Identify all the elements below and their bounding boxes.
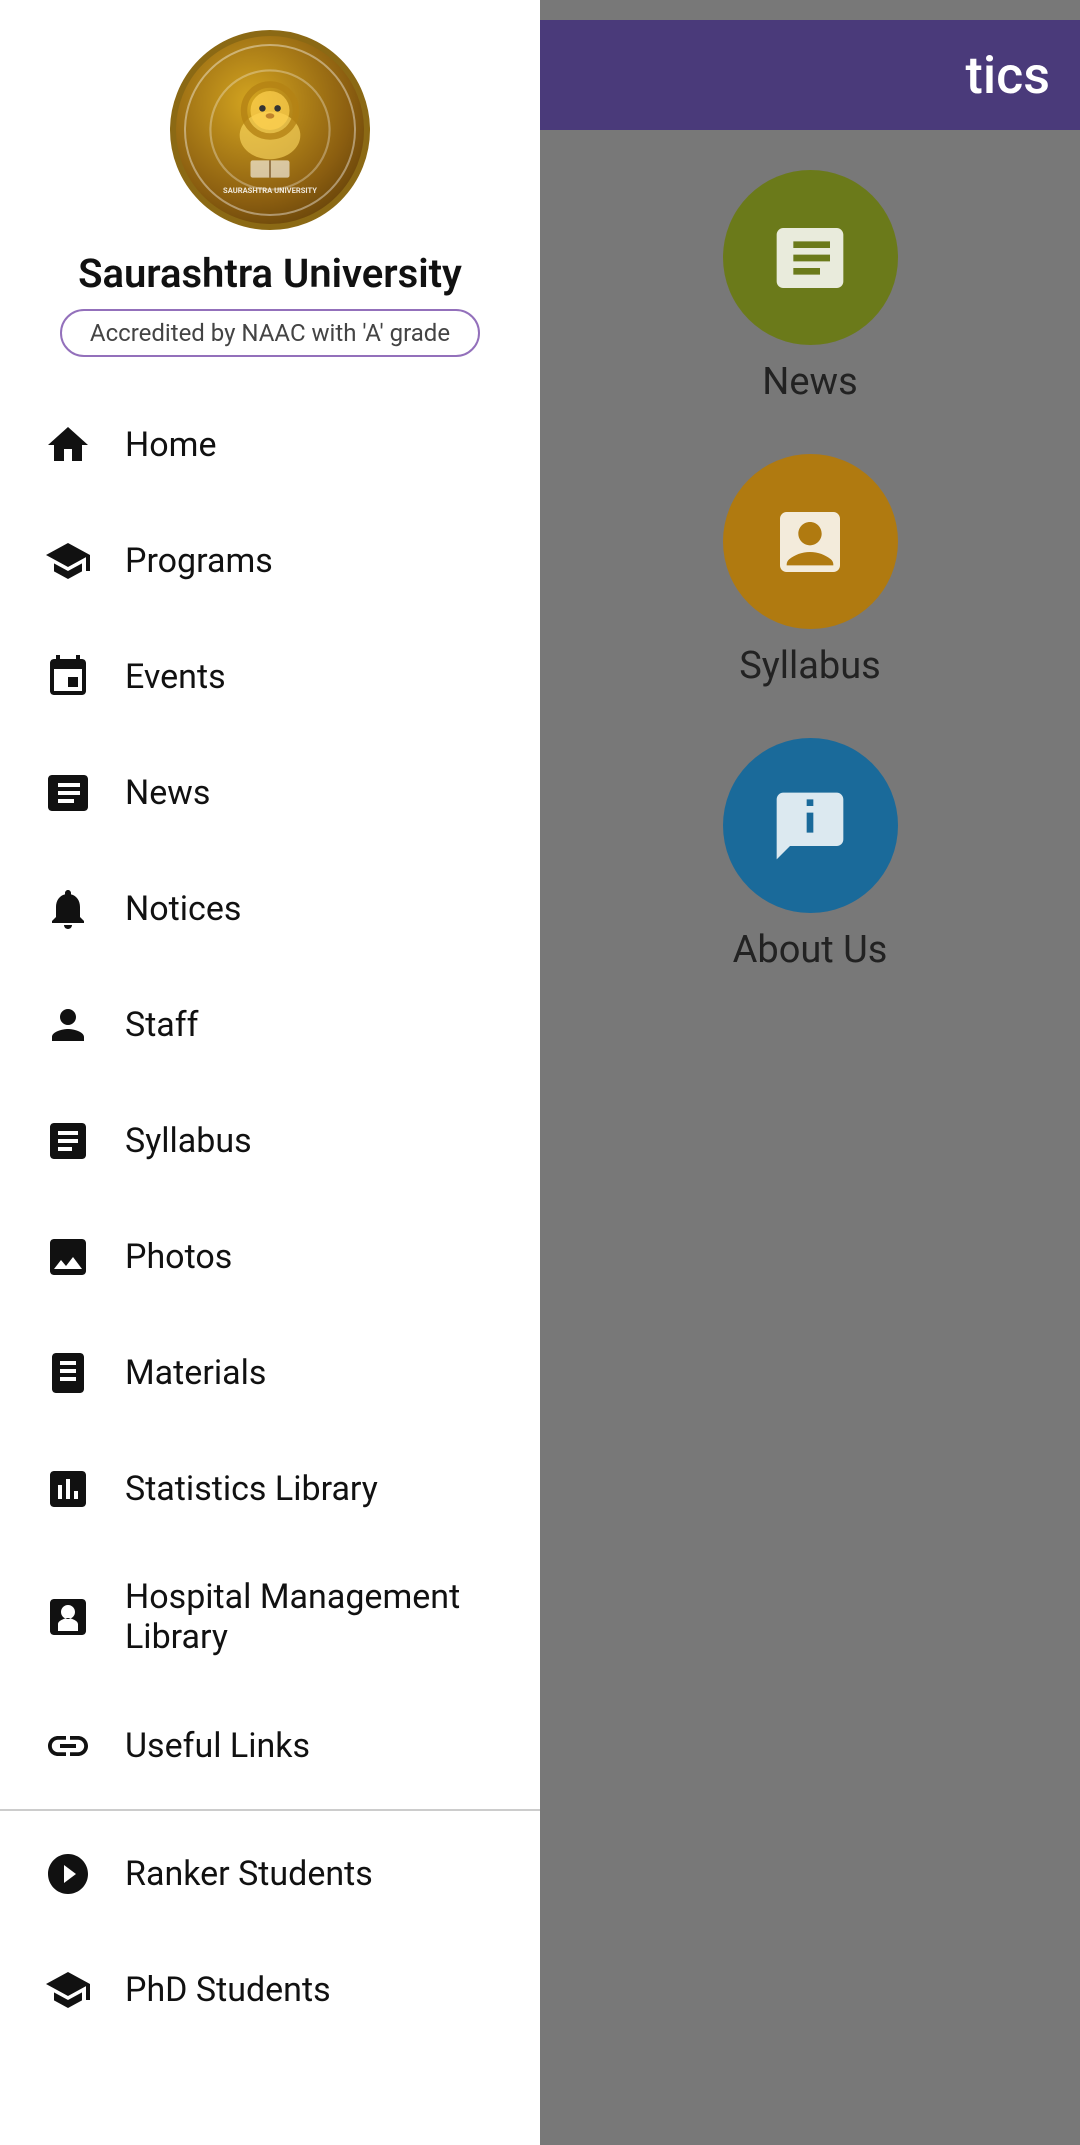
ranker-icon xyxy=(40,1846,95,1901)
nav-label-materials: Materials xyxy=(125,1353,266,1393)
right-icon-about-us[interactable]: About Us xyxy=(723,738,898,972)
photos-icon xyxy=(40,1229,95,1284)
nav-item-events[interactable]: Events xyxy=(0,619,540,735)
header-partial-title: tics xyxy=(966,45,1050,106)
nav-label-staff: Staff xyxy=(125,1005,198,1045)
programs-icon xyxy=(40,533,95,588)
nav-label-syllabus: Syllabus xyxy=(125,1121,252,1161)
news-nav-icon xyxy=(40,765,95,820)
nav-label-ranker-students: Ranker Students xyxy=(125,1854,373,1894)
news-circle xyxy=(723,170,898,345)
syllabus-icon xyxy=(770,502,850,582)
svg-text:SAURASHTRA UNIVERSITY: SAURASHTRA UNIVERSITY xyxy=(223,186,317,195)
nav-item-programs[interactable]: Programs xyxy=(0,503,540,619)
nav-label-photos: Photos xyxy=(125,1237,232,1277)
about-us-label: About Us xyxy=(733,928,888,972)
home-icon xyxy=(40,417,95,472)
sidebar-header: SAURASHTRA UNIVERSITY Saurashtra Univers… xyxy=(0,0,540,387)
emblem-svg: SAURASHTRA UNIVERSITY xyxy=(205,65,335,195)
nav-item-news[interactable]: News xyxy=(0,735,540,851)
right-icon-syllabus[interactable]: Syllabus xyxy=(723,454,898,688)
right-panel: tics News Syllabus xyxy=(540,0,1080,2145)
syllabus-circle xyxy=(723,454,898,629)
nav-label-notices: Notices xyxy=(125,889,241,929)
university-name: Saurashtra University xyxy=(78,250,462,297)
events-icon xyxy=(40,649,95,704)
nav-item-materials[interactable]: Materials xyxy=(0,1315,540,1431)
hospital-icon xyxy=(40,1590,95,1645)
nav-label-hospital-library: Hospital Management Library xyxy=(125,1577,500,1657)
phd-icon xyxy=(40,1962,95,2017)
about-us-icon xyxy=(770,786,850,866)
nav-label-events: Events xyxy=(125,657,226,697)
nav-list: Home Programs Events News xyxy=(0,387,540,2145)
nav-item-notices[interactable]: Notices xyxy=(0,851,540,967)
syllabus-nav-icon xyxy=(40,1113,95,1168)
nav-item-useful-links[interactable]: Useful Links xyxy=(0,1688,540,1804)
nav-item-ranker-students[interactable]: Ranker Students xyxy=(0,1816,540,1932)
nav-item-syllabus[interactable]: Syllabus xyxy=(0,1083,540,1199)
right-header: tics xyxy=(540,20,1080,130)
materials-icon xyxy=(40,1345,95,1400)
nav-divider xyxy=(0,1809,540,1811)
nav-label-statistics-library: Statistics Library xyxy=(125,1469,378,1509)
about-us-circle xyxy=(723,738,898,913)
nav-item-staff[interactable]: Staff xyxy=(0,967,540,1083)
right-icons-area: News Syllabus About Us xyxy=(723,130,898,972)
nav-label-phd-students: PhD Students xyxy=(125,1970,331,2010)
nav-label-useful-links: Useful Links xyxy=(125,1726,310,1766)
nav-item-home[interactable]: Home xyxy=(0,387,540,503)
right-icon-news[interactable]: News xyxy=(723,170,898,404)
nav-label-news: News xyxy=(125,773,210,813)
syllabus-label: Syllabus xyxy=(739,644,881,688)
nav-label-home: Home xyxy=(125,425,217,465)
links-icon xyxy=(40,1718,95,1773)
nav-item-hospital-library[interactable]: Hospital Management Library xyxy=(0,1547,540,1688)
nav-label-programs: Programs xyxy=(125,541,273,581)
sidebar: SAURASHTRA UNIVERSITY Saurashtra Univers… xyxy=(0,0,540,2145)
nav-item-photos[interactable]: Photos xyxy=(0,1199,540,1315)
news-icon xyxy=(770,218,850,298)
statistics-icon xyxy=(40,1461,95,1516)
staff-icon xyxy=(40,997,95,1052)
nav-item-phd-students[interactable]: PhD Students xyxy=(0,1932,540,2048)
university-logo: SAURASHTRA UNIVERSITY xyxy=(170,30,370,230)
accreditation-badge: Accredited by NAAC with 'A' grade xyxy=(60,309,480,357)
news-label: News xyxy=(762,360,857,404)
nav-item-statistics-library[interactable]: Statistics Library xyxy=(0,1431,540,1547)
notices-icon xyxy=(40,881,95,936)
